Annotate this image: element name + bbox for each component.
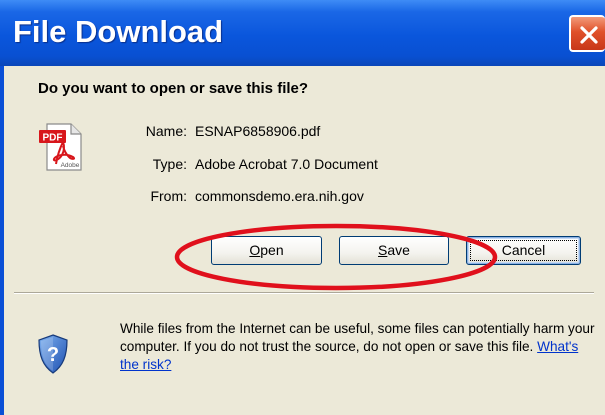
svg-text:?: ? xyxy=(47,344,59,366)
window-title: File Download xyxy=(13,14,224,49)
dialog-body: Do you want to open or save this file? P… xyxy=(4,66,605,415)
cancel-button[interactable]: Cancel xyxy=(466,236,581,265)
save-button[interactable]: Save xyxy=(339,236,449,265)
open-button[interactable]: Open xyxy=(211,236,322,265)
security-shield-question-icon: ? xyxy=(38,334,68,374)
open-label: pen xyxy=(260,242,284,258)
file-download-window: File Download Do you want to open or sav… xyxy=(0,0,605,415)
file-name-row: Name: ESNAP6858906.pdf xyxy=(4,123,564,141)
close-button[interactable] xyxy=(569,15,605,52)
save-label: ave xyxy=(387,242,410,258)
file-type-value: Adobe Acrobat 7.0 Document xyxy=(195,156,378,172)
from-label: From: xyxy=(150,188,187,204)
open-mnemonic: O xyxy=(249,242,261,258)
file-source-row: From: commonsdemo.era.nih.gov xyxy=(4,188,564,206)
cancel-label: Cancel xyxy=(501,242,546,258)
warning-text: While files from the Internet can be use… xyxy=(120,321,595,354)
save-mnemonic: S xyxy=(378,242,388,258)
file-type-row: Type: Adobe Acrobat 7.0 Document xyxy=(4,156,564,174)
section-divider xyxy=(14,292,594,294)
file-name-value: ESNAP6858906.pdf xyxy=(195,123,321,139)
name-label: Name: xyxy=(145,123,187,139)
close-icon xyxy=(580,26,598,44)
dialog-question: Do you want to open or save this file? xyxy=(38,80,309,97)
security-warning: While files from the Internet can be use… xyxy=(120,320,600,374)
file-source-value: commonsdemo.era.nih.gov xyxy=(195,188,364,204)
type-label: Type: xyxy=(152,156,187,172)
title-bar[interactable]: File Download xyxy=(0,0,605,66)
